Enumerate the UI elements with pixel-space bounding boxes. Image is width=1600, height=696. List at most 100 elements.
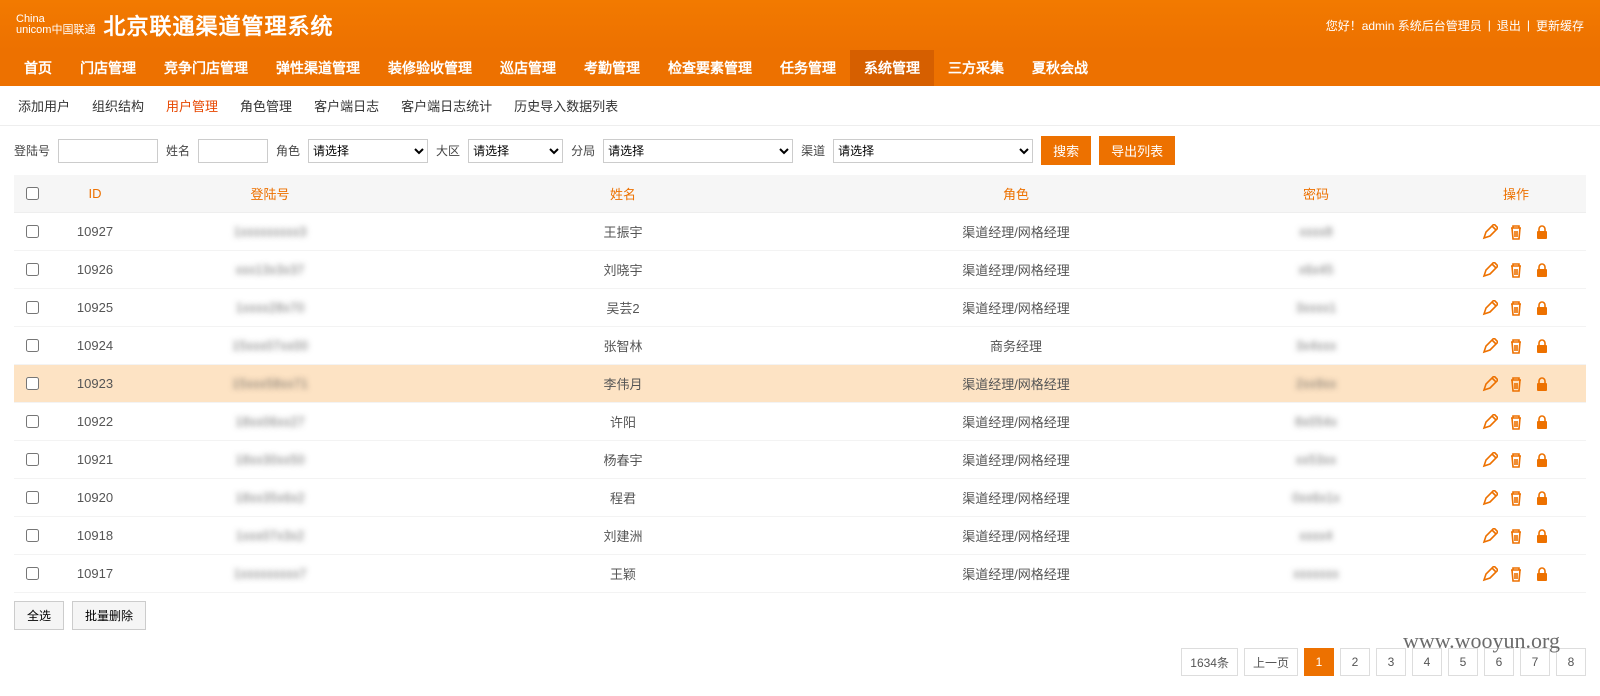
nav-item-8[interactable]: 任务管理 bbox=[766, 50, 850, 86]
lock-icon[interactable] bbox=[1534, 528, 1550, 544]
cell-login: 18xx06xx27 bbox=[140, 403, 400, 441]
search-button[interactable]: 搜索 bbox=[1041, 136, 1091, 165]
pager: 1634条上一页12345678 bbox=[0, 642, 1600, 696]
cell-login: 1xxxxxxxxx3 bbox=[140, 213, 400, 251]
subnav-item-3[interactable]: 角色管理 bbox=[240, 96, 292, 115]
nav-item-11[interactable]: 夏秋会战 bbox=[1018, 50, 1102, 86]
nav-item-10[interactable]: 三方采集 bbox=[934, 50, 1018, 86]
delete-icon[interactable] bbox=[1508, 566, 1524, 582]
nav-item-5[interactable]: 巡店管理 bbox=[486, 50, 570, 86]
select-all-checkbox[interactable] bbox=[26, 187, 39, 200]
lock-icon[interactable] bbox=[1534, 300, 1550, 316]
edit-icon[interactable] bbox=[1482, 528, 1498, 544]
role-select[interactable]: 请选择 bbox=[308, 139, 428, 163]
edit-icon[interactable] bbox=[1482, 224, 1498, 240]
cell-login: 1xxxx28x70 bbox=[140, 289, 400, 327]
header-right: 您好！admin 系统后台管理员 | 退出 | 更新缓存 bbox=[1326, 17, 1584, 34]
edit-icon[interactable] bbox=[1482, 338, 1498, 354]
region-select[interactable]: 请选择 bbox=[468, 139, 563, 163]
pager-total[interactable]: 1634条 bbox=[1181, 648, 1238, 676]
delete-icon[interactable] bbox=[1508, 490, 1524, 506]
delete-icon[interactable] bbox=[1508, 414, 1524, 430]
lock-icon[interactable] bbox=[1534, 376, 1550, 392]
cell-role: 渠道经理/网格经理 bbox=[846, 555, 1186, 593]
lock-icon[interactable] bbox=[1534, 490, 1550, 506]
lock-icon[interactable] bbox=[1534, 262, 1550, 278]
edit-icon[interactable] bbox=[1482, 452, 1498, 468]
nav-item-9[interactable]: 系统管理 bbox=[850, 50, 934, 86]
edit-icon[interactable] bbox=[1482, 566, 1498, 582]
nav-item-7[interactable]: 检查要素管理 bbox=[654, 50, 766, 86]
branch-select[interactable]: 请选择 bbox=[603, 139, 793, 163]
table-row: 1092118xx30xx50杨春宇渠道经理/网格经理xx53xx bbox=[14, 441, 1586, 479]
subnav-item-0[interactable]: 添加用户 bbox=[18, 96, 70, 115]
lock-icon[interactable] bbox=[1534, 224, 1550, 240]
export-button[interactable]: 导出列表 bbox=[1099, 136, 1175, 165]
subnav-item-4[interactable]: 客户端日志 bbox=[314, 96, 379, 115]
table-row: 1092218xx06xx27许阳渠道经理/网格经理8x054x bbox=[14, 403, 1586, 441]
subnav-item-5[interactable]: 客户端日志统计 bbox=[401, 96, 492, 115]
edit-icon[interactable] bbox=[1482, 262, 1498, 278]
pager-page-7[interactable]: 7 bbox=[1520, 648, 1550, 676]
lock-icon[interactable] bbox=[1534, 338, 1550, 354]
nav-item-0[interactable]: 首页 bbox=[10, 50, 66, 86]
lock-icon[interactable] bbox=[1534, 414, 1550, 430]
edit-icon[interactable] bbox=[1482, 490, 1498, 506]
delete-icon[interactable] bbox=[1508, 300, 1524, 316]
region-label: 大区 bbox=[436, 142, 460, 159]
pager-page-3[interactable]: 3 bbox=[1376, 648, 1406, 676]
content-area: ID 登陆号 姓名 角色 密码 操作 109271xxxxxxxxx3王振宇渠道… bbox=[0, 175, 1600, 642]
delete-icon[interactable] bbox=[1508, 528, 1524, 544]
user-table: ID 登陆号 姓名 角色 密码 操作 109271xxxxxxxxx3王振宇渠道… bbox=[14, 175, 1586, 593]
batch-delete-button[interactable]: 批量删除 bbox=[72, 601, 146, 630]
col-role: 角色 bbox=[846, 175, 1186, 213]
role-label: 角色 bbox=[276, 142, 300, 159]
table-row: 1092018xx35x6x2程君渠道经理/网格经理0xx6x1x bbox=[14, 479, 1586, 517]
subnav-item-2[interactable]: 用户管理 bbox=[166, 96, 218, 115]
row-checkbox[interactable] bbox=[26, 453, 39, 466]
delete-icon[interactable] bbox=[1508, 376, 1524, 392]
edit-icon[interactable] bbox=[1482, 376, 1498, 392]
row-checkbox[interactable] bbox=[26, 415, 39, 428]
row-checkbox[interactable] bbox=[26, 377, 39, 390]
delete-icon[interactable] bbox=[1508, 338, 1524, 354]
pager-page-4[interactable]: 4 bbox=[1412, 648, 1442, 676]
pager-page-2[interactable]: 2 bbox=[1340, 648, 1370, 676]
nav-item-4[interactable]: 装修验收管理 bbox=[374, 50, 486, 86]
row-checkbox[interactable] bbox=[26, 301, 39, 314]
nav-item-1[interactable]: 门店管理 bbox=[66, 50, 150, 86]
cell-login: 18xx30xx50 bbox=[140, 441, 400, 479]
channel-select[interactable]: 请选择 bbox=[833, 139, 1033, 163]
select-all-button[interactable]: 全选 bbox=[14, 601, 64, 630]
row-checkbox[interactable] bbox=[26, 491, 39, 504]
delete-icon[interactable] bbox=[1508, 452, 1524, 468]
delete-icon[interactable] bbox=[1508, 224, 1524, 240]
login-input[interactable] bbox=[58, 139, 158, 163]
pager-page-6[interactable]: 6 bbox=[1484, 648, 1514, 676]
subnav-item-6[interactable]: 历史导入数据列表 bbox=[514, 96, 618, 115]
row-checkbox[interactable] bbox=[26, 263, 39, 276]
pager-page-1[interactable]: 1 bbox=[1304, 648, 1334, 676]
edit-icon[interactable] bbox=[1482, 414, 1498, 430]
row-checkbox[interactable] bbox=[26, 529, 39, 542]
lock-icon[interactable] bbox=[1534, 452, 1550, 468]
pager-prev[interactable]: 上一页 bbox=[1244, 648, 1298, 676]
lock-icon[interactable] bbox=[1534, 566, 1550, 582]
nav-item-2[interactable]: 竞争门店管理 bbox=[150, 50, 262, 86]
subnav-item-1[interactable]: 组织结构 bbox=[92, 96, 144, 115]
pager-page-5[interactable]: 5 bbox=[1448, 648, 1478, 676]
cell-id: 10923 bbox=[50, 365, 140, 403]
delete-icon[interactable] bbox=[1508, 262, 1524, 278]
row-checkbox[interactable] bbox=[26, 567, 39, 580]
refresh-cache-link[interactable]: 更新缓存 bbox=[1536, 17, 1584, 34]
edit-icon[interactable] bbox=[1482, 300, 1498, 316]
name-input[interactable] bbox=[198, 139, 268, 163]
greeting-text: 您好！admin 系统后台管理员 bbox=[1326, 17, 1482, 34]
cell-login: 15xxx07xx00 bbox=[140, 327, 400, 365]
nav-item-6[interactable]: 考勤管理 bbox=[570, 50, 654, 86]
nav-item-3[interactable]: 弹性渠道管理 bbox=[262, 50, 374, 86]
pager-page-8[interactable]: 8 bbox=[1556, 648, 1586, 676]
row-checkbox[interactable] bbox=[26, 339, 39, 352]
logout-link[interactable]: 退出 bbox=[1497, 17, 1521, 34]
row-checkbox[interactable] bbox=[26, 225, 39, 238]
